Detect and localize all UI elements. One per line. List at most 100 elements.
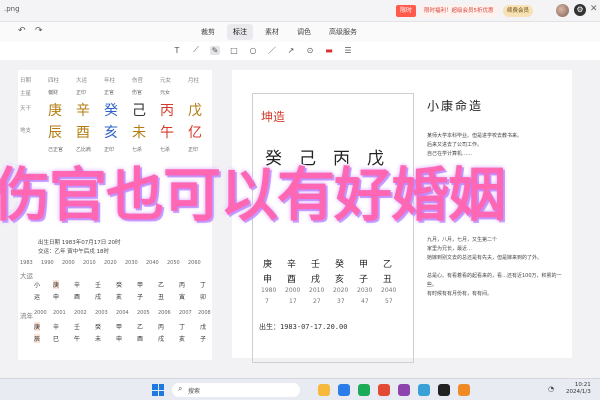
liunian-stem[interactable]: 壬 [74, 322, 80, 331]
taskbar-app-icon[interactable] [358, 384, 370, 396]
tab-assets[interactable]: 素材 [259, 24, 285, 40]
age-cell: 2010 [83, 260, 96, 266]
hidden-stem-note: 正印 [188, 147, 199, 153]
redo-icon[interactable]: ↷ [35, 26, 43, 36]
liunian-stem[interactable]: 乙 [137, 322, 143, 331]
text-tool-icon[interactable]: T [172, 46, 182, 55]
liunian-branch: 子 [200, 336, 207, 343]
straight-line-tool-icon[interactable]: ／ [267, 45, 277, 56]
sub-branch: 子 [359, 275, 369, 285]
search-icon: ⌕ [178, 384, 183, 393]
avatar[interactable] [556, 4, 569, 17]
dayun-stem[interactable]: 丁 [200, 280, 206, 289]
close-icon[interactable]: ✕ [590, 4, 598, 14]
liunian-stem[interactable]: 丁 [179, 322, 185, 331]
sub-branch: 亥 [335, 275, 345, 285]
age-row: 1983 1990 2000 2010 2020 2030 2040 2050 … [18, 260, 212, 270]
age-number: 47 [361, 298, 369, 305]
doc-line: 有时候有有月份有，有有间。 [427, 291, 493, 297]
rectangle-tool-icon[interactable]: □ [229, 46, 239, 55]
heavenly-stem: 戊 [188, 103, 202, 119]
liunian-stem[interactable]: 癸 [95, 322, 101, 331]
hidden-stem-note: 正印 [104, 147, 115, 153]
doc-line: 某师大学本科毕业。但是进学校去教书来。 [427, 133, 523, 139]
dayun-stem[interactable]: 乙 [158, 280, 164, 289]
right-document-page: 坤造 癸 己 丙 戊 庚 辛 壬 癸 甲 乙 申 酉 戌 亥 子 丑 1980 … [232, 70, 572, 363]
age-cell: 2060 [188, 260, 201, 266]
size-picker-icon[interactable]: ⊙ [305, 46, 315, 55]
row-label-branch: 地支 [20, 128, 32, 134]
age-number: 27 [313, 298, 321, 305]
year-row: 2000 2001 2002 2003 2004 2005 2006 2007 … [18, 310, 212, 320]
dayun-branch: 卯 [200, 294, 207, 301]
wifi-icon[interactable]: ◔ [548, 385, 554, 393]
dayun-branch: 戌 [95, 294, 102, 301]
main-star: 伤官 [132, 90, 143, 96]
sub-stem-row: 庚 辛 壬 癸 甲 乙 [253, 257, 413, 270]
liunian-stem[interactable]: 辛 [53, 322, 59, 331]
sub-stem: 壬 [311, 260, 321, 270]
undo-icon[interactable]: ↶ [18, 26, 26, 36]
color-picker-icon[interactable]: ▬ [324, 46, 334, 55]
dayun-branch: 运 [34, 294, 41, 301]
main-stem: 戊 [367, 149, 384, 169]
circle-tool-icon[interactable]: ○ [248, 46, 258, 55]
liunian-stem[interactable]: 戊 [200, 322, 206, 331]
header-cell: 月柱 [188, 78, 200, 84]
windows-start-icon[interactable] [152, 384, 164, 396]
sub-branch: 丑 [383, 275, 393, 285]
taskbar-app-icon[interactable] [418, 384, 430, 396]
liunian-stem[interactable]: 甲 [116, 322, 122, 331]
heavenly-stem: 庚 [48, 103, 62, 119]
promo-text[interactable]: 限时福利！超级会员5折优惠 [420, 5, 498, 17]
main-star: 正印 [76, 90, 87, 96]
tab-crop[interactable]: 裁剪 [195, 24, 221, 40]
arrow-tool-icon[interactable]: ↗ [286, 46, 296, 55]
tab-annotate[interactable]: 标注 [227, 24, 253, 40]
window-titlebar: .png 限时 限时福利！超级会员5折优惠 续费会员 ⚙ ✕ [0, 0, 600, 22]
tab-color[interactable]: 调色 [291, 24, 317, 40]
heavenly-stem: 辛 [76, 103, 90, 119]
taskbar-app-icon[interactable] [318, 384, 330, 396]
tab-advanced[interactable]: 高级服务 [323, 24, 363, 40]
hidden-stem-note: 己正官 [48, 147, 64, 153]
age-number-row: 7 17 27 37 47 57 [253, 298, 413, 308]
year-cell: 2005 [137, 310, 150, 316]
taskbar-search[interactable]: ⌕ 搜索 [172, 383, 300, 397]
member-button[interactable]: 续费会员 [503, 5, 534, 17]
taskbar-app-icon[interactable] [458, 384, 470, 396]
age-cell: 1990 [41, 260, 54, 266]
main-stem: 丙 [333, 149, 350, 169]
pen-tool-icon[interactable]: ✎ [210, 45, 220, 55]
line-tool-icon[interactable]: ⟋ [191, 45, 201, 55]
taskbar-app-icon[interactable] [378, 384, 390, 396]
liunian-branch: 亥 [179, 336, 186, 343]
taskbar-app-icon[interactable] [438, 384, 450, 396]
dayun-stem[interactable]: 庚 [53, 280, 60, 289]
heavenly-stem: 癸 [104, 103, 118, 119]
dayun-stem: 小 [34, 282, 41, 289]
clock[interactable]: 10:21 2024/1/3 [566, 382, 591, 396]
sub-stem: 辛 [287, 260, 297, 270]
dayun-stem[interactable]: 辛 [74, 280, 80, 289]
dayun-stem[interactable]: 壬 [95, 280, 101, 289]
taskbar-app-icon[interactable] [338, 384, 350, 396]
age-number: 17 [289, 298, 297, 305]
liunian-stem[interactable]: 丙 [158, 322, 164, 331]
year-cell: 2003 [95, 310, 108, 316]
row-label-main-star: 主星 [20, 91, 32, 97]
file-name: .png [4, 5, 20, 13]
more-options-icon[interactable]: ☰ [343, 46, 353, 55]
dayun-branch: 酉 [74, 294, 81, 301]
gear-icon[interactable]: ⚙ [574, 4, 586, 16]
promo-badge[interactable]: 限时 [396, 5, 417, 17]
dayun-stem[interactable]: 丙 [179, 280, 185, 289]
dayun-stem[interactable]: 癸 [116, 280, 122, 289]
taskbar-app-icon[interactable] [398, 384, 410, 396]
dayun-stem[interactable]: 甲 [137, 280, 143, 289]
doc-line: 总是心。有看着看的起看来的，看…还有近100万，积累的一些。 [427, 273, 562, 288]
liunian-stem[interactable]: 庚 [34, 322, 41, 331]
doc-line: 她嫁到别文去的总还是有先夫，但是嫁来到的了外。 [427, 255, 543, 261]
sub-stem: 甲 [359, 260, 369, 270]
left-document-page: 日期 四柱 大运 年柱 伤官 元女 月柱 主星 偏财 正印 正官 伤官 元女 天… [18, 70, 212, 360]
